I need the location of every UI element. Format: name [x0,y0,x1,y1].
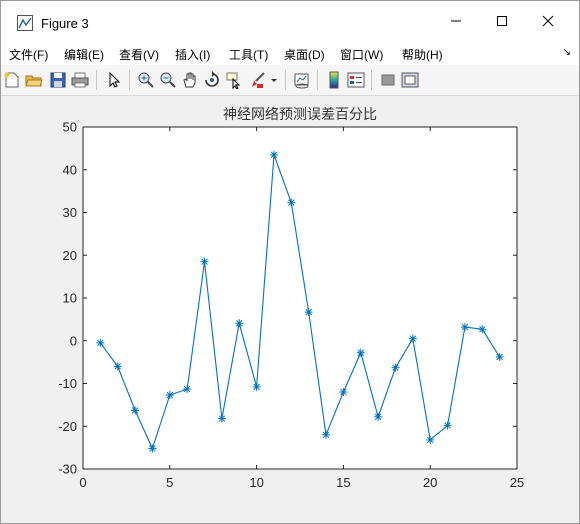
y-tick-label: 0 [70,333,77,348]
toolbar-separator [371,70,372,90]
y-tick-label: 10 [63,291,77,306]
line-chart[interactable]: 0 5 10 15 20 25 -30 -20 -10 0 10 20 30 40 50 神经网络预测误差百分… [11,97,571,515]
data-point-marker [391,363,400,372]
data-point-marker [217,414,226,423]
toolbar-separator [285,70,286,90]
y-tick-label: -30 [58,462,77,477]
data-point-marker [443,421,452,430]
data-point-marker [374,412,383,421]
menu-window[interactable]: 窗口(W) [340,46,383,63]
y-tick-label: -20 [58,419,77,434]
pan-icon[interactable] [181,71,199,89]
data-point-marker [495,352,504,361]
figure-canvas: 0 5 10 15 20 25 -30 -20 -10 0 10 20 30 40 50 神经网络预测误差百分… [11,97,571,515]
data-point-marker [426,435,435,444]
matlab-figure-icon [17,15,33,31]
toolbar-separator [129,70,130,90]
menu-edit[interactable]: 编辑(E) [64,46,104,63]
menu-bar: 文件(F) 编辑(E) 查看(V) 插入(I) 工具(T) 桌面(D) 窗口(W… [1,41,579,65]
data-point-marker [304,308,313,317]
data-point-marker [200,257,209,266]
zoom-in-icon[interactable] [137,71,155,89]
x-tick-label: 10 [249,475,263,490]
toolbar-separator [317,70,318,90]
figure-window: Figure 3 文件(F) 编辑(E) 查看(V) 插入(I) 工具(T) 桌… [0,0,580,524]
data-point-marker [252,382,261,391]
open-icon[interactable] [25,71,43,89]
rotate-icon[interactable] [203,71,221,89]
chart-title: 神经网络预测误差百分比 [223,106,377,122]
close-button[interactable] [525,1,571,41]
y-tick-label: 20 [63,248,77,263]
menu-view[interactable]: 查看(V) [119,46,159,63]
minimize-icon [451,20,461,22]
y-tick-label: 50 [63,120,77,135]
figure-toolbar [1,65,579,96]
data-point-marker [287,198,296,207]
axes-box [82,126,518,470]
title-bar: Figure 3 [1,1,579,41]
data-point-marker [235,319,244,328]
save-icon[interactable] [49,71,67,89]
x-tick-label: 25 [510,475,524,490]
dock-arrow-icon[interactable]: ↘ [563,47,571,58]
y-tick-label: -10 [58,376,77,391]
data-cursor-icon[interactable] [225,71,243,89]
maximize-icon [497,16,507,26]
data-point-marker [460,323,469,332]
menu-insert[interactable]: 插入(I) [175,46,210,63]
window-title: Figure 3 [41,16,89,31]
close-icon [542,15,554,27]
data-point-marker [113,362,122,371]
x-tick-label: 20 [423,475,437,490]
print-icon[interactable] [71,71,89,89]
data-point-marker [131,406,140,415]
data-point-marker [356,348,365,357]
data-point-marker [339,388,348,397]
new-figure-icon[interactable] [3,71,21,89]
data-point-marker [165,391,174,400]
minimize-button[interactable] [433,1,479,41]
x-tick-label: 0 [79,475,86,490]
maximize-button[interactable] [479,1,525,41]
y-tick-label: 30 [63,205,77,220]
data-point-marker [96,338,105,347]
show-plot-tools-icon[interactable] [401,71,419,89]
data-point-marker [478,325,487,334]
brush-dropdown-icon[interactable] [269,71,279,89]
y-tick-label: 40 [63,162,77,177]
link-plot-icon[interactable] [293,71,311,89]
menu-tools[interactable]: 工具(T) [229,46,268,63]
legend-icon[interactable] [347,71,365,89]
hide-plot-tools-icon[interactable] [379,71,397,89]
pointer-icon[interactable] [105,71,123,89]
menu-desktop[interactable]: 桌面(D) [284,46,325,63]
x-tick-label: 15 [336,475,350,490]
data-point-marker [322,430,331,439]
colorbar-icon[interactable] [325,71,343,89]
zoom-out-icon[interactable] [159,71,177,89]
menu-file[interactable]: 文件(F) [9,46,48,63]
data-point-marker [148,444,157,453]
toolbar-separator [96,70,97,90]
brush-icon[interactable] [249,71,267,89]
data-point-marker [183,385,192,394]
data-point-marker [269,150,278,159]
menu-help[interactable]: 帮助(H) [402,46,443,63]
x-tick-label: 5 [166,475,173,490]
data-point-marker [408,334,417,343]
